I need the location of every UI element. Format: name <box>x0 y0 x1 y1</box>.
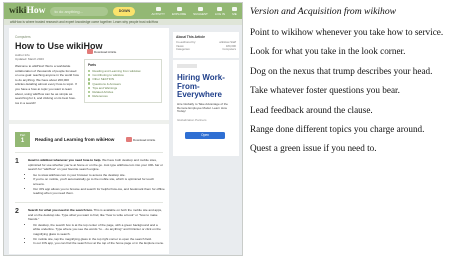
nav-me[interactable]: ME <box>232 6 237 16</box>
step-lead: Search for what you need in the search b… <box>28 208 93 212</box>
step-bullets: Go to www.wikihow.com in your browser to… <box>28 173 165 196</box>
download-icon <box>87 49 93 54</box>
download-icon <box>126 137 132 142</box>
trust-banner[interactable]: wikiHow is where trusted research and ex… <box>4 19 242 25</box>
sidebar-row: Categories: Computers <box>176 47 236 52</box>
bullet-icon <box>88 90 91 94</box>
part-title: Reading and Learning from wikiHow <box>35 137 115 142</box>
step-body: Search for what you need in the search b… <box>28 208 165 246</box>
table-of-contents: Parts Reading and Learning from wikiHow … <box>84 59 162 103</box>
ad-text: Hire Globally to Take Advantage of the R… <box>177 101 228 114</box>
nav-activity[interactable]: ACTIVITY <box>151 6 165 16</box>
list-item: In our iOS app, you can find the search … <box>33 241 165 246</box>
activity-icon <box>155 6 161 11</box>
wikihow-header: wikiHow to do anything... DOWN ACTIVITY … <box>4 3 242 19</box>
menu-icon <box>232 6 237 11</box>
top-nav: ACTIVITY EXPLORE SUGGEST LOG IN ME <box>151 6 237 16</box>
breadcrumb[interactable]: Computers <box>15 35 31 39</box>
about-article-box: About This Article Co-authored by: wikiHo… <box>173 32 239 58</box>
bullet-icon <box>88 82 91 85</box>
bullet-icon <box>88 95 91 98</box>
bullet-icon <box>88 69 91 73</box>
search-input[interactable]: to do anything... <box>50 6 109 16</box>
ad-open-button[interactable]: Open <box>185 132 225 140</box>
article-card: Computers How to Use wikiHow Author Info… <box>9 28 169 254</box>
section-divider <box>9 120 169 124</box>
step-lead: Head to wikiHow whenever you need how-to… <box>28 158 102 162</box>
logo-wiki: wiki <box>9 6 27 16</box>
instruction-panel: Version and Acquisition from wikihow Poi… <box>250 6 472 163</box>
list-item: Range done different topics you charge a… <box>250 123 425 134</box>
wikihow-screenshot: wikiHow to do anything... DOWN ACTIVITY … <box>3 2 243 256</box>
bullet-icon <box>88 78 91 81</box>
list-item: Point to wikihow whenever you take how t… <box>250 27 444 37</box>
list-item: On desktop, the search box is at the top… <box>33 223 165 237</box>
divider <box>15 202 163 203</box>
bullet-icon <box>88 86 91 89</box>
search-button[interactable]: DOWN <box>113 6 136 16</box>
ad-logo <box>177 64 197 68</box>
lightbulb-icon <box>197 6 203 11</box>
list-item: Our iOS app allows you to browse and sea… <box>33 187 165 196</box>
author-info: Author Info Updated: March 2023 <box>15 53 44 61</box>
intro-text: Welcome to wikiHow! We're a worldwide co… <box>15 64 79 105</box>
ad-title: Hiring Work-From-Everywhere <box>177 73 225 100</box>
part-badge: Part 1 <box>15 132 30 147</box>
sidebar: About This Article Co-authored by: wikiHo… <box>173 28 239 254</box>
step-bullets: On desktop, the search box is at the top… <box>28 223 165 246</box>
toc-item[interactable]: References <box>88 94 158 98</box>
sidebar-heading: About This Article <box>176 35 206 39</box>
step-body: Head to wikiHow whenever you need how-to… <box>28 158 165 196</box>
wikihow-logo[interactable]: wikiHow <box>9 6 45 16</box>
ad-brand: Globalization Partners <box>177 118 207 123</box>
nav-login[interactable]: LOG IN <box>215 6 225 16</box>
updated-date: Updated: March 2023 <box>15 57 44 61</box>
user-icon <box>217 6 223 11</box>
toc-heading: Parts <box>88 63 96 67</box>
nav-explore[interactable]: EXPLORE <box>172 6 186 16</box>
list-item: Quest a green issue if you need to. <box>250 143 377 154</box>
panel-heading: Version and Acquisition from wikihow <box>250 6 397 17</box>
bullet-icon <box>88 74 91 77</box>
advertisement[interactable]: Hiring Work-From-Everywhere Hire Globall… <box>173 60 239 156</box>
list-item: Take whatever foster questions you bear. <box>250 85 400 96</box>
step-2: 2 Search for what you need in the search… <box>15 208 165 246</box>
step-1: 1 Head to wikiHow whenever you need how-… <box>15 158 165 196</box>
nav-suggest[interactable]: SUGGEST <box>193 6 208 16</box>
explore-icon <box>176 6 182 11</box>
part-download-button[interactable]: Download Article <box>126 137 155 142</box>
logo-how: How <box>26 6 46 16</box>
list-item: Look for what you take in the look corne… <box>250 46 406 57</box>
divider <box>15 152 163 153</box>
list-item: If you're on mobile, you'll automaticall… <box>33 177 165 186</box>
list-item: Lead feedback around the clause. <box>250 104 373 115</box>
list-item: Dog on the nexus that trump describes yo… <box>250 65 433 76</box>
download-article-button[interactable]: Download Article <box>87 49 116 54</box>
